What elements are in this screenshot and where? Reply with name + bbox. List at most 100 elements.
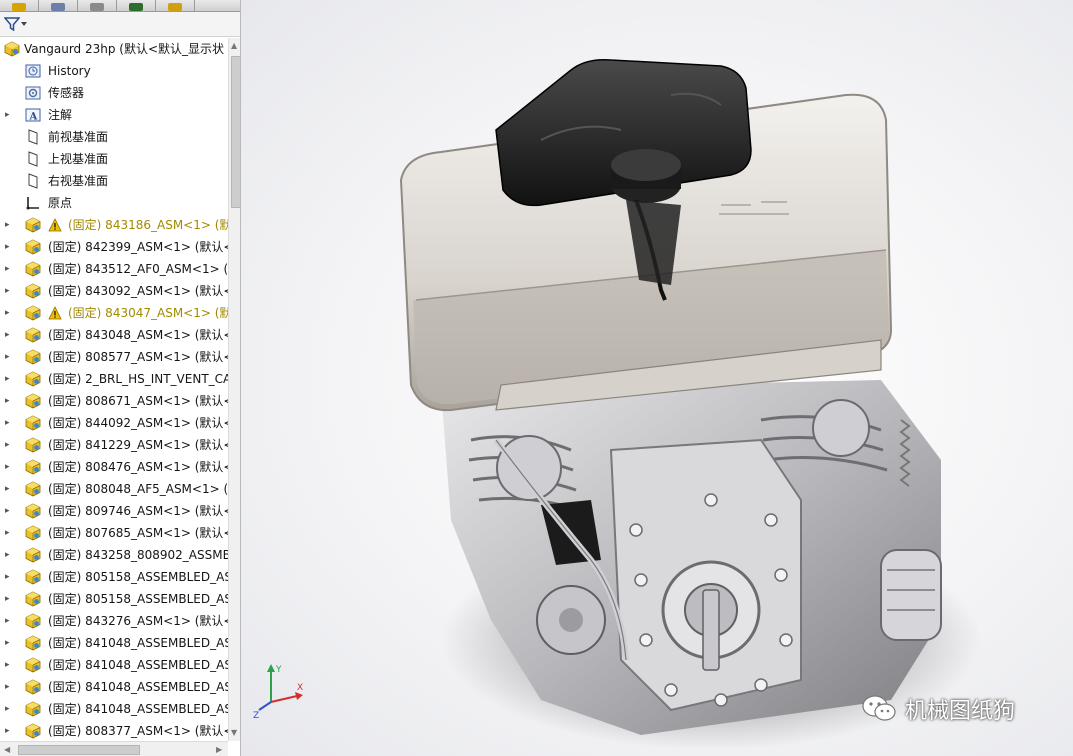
tree-item[interactable]: ▸ (固定) 841048_ASSEMBLED_ASM bbox=[0, 698, 228, 720]
expand-arrow-icon[interactable]: ▸ bbox=[5, 500, 13, 522]
chevron-down-icon bbox=[21, 22, 27, 26]
scroll-left-icon[interactable]: ◀ bbox=[4, 745, 10, 754]
filter-icon bbox=[4, 17, 20, 32]
tree-item[interactable]: 前视基准面 bbox=[0, 126, 228, 148]
tree-item[interactable]: ▸ (固定) 805158_ASSEMBLED_ASM bbox=[0, 566, 228, 588]
expand-arrow-icon[interactable]: ▸ bbox=[5, 456, 13, 478]
expand-arrow-icon[interactable]: ▸ bbox=[5, 214, 13, 236]
engine-model[interactable] bbox=[241, 0, 1073, 756]
air-cleaner-housing[interactable] bbox=[399, 58, 893, 412]
configuration-manager-tab[interactable] bbox=[78, 0, 117, 11]
tree-item[interactable]: ▸ (固定) 841048_ASSEMBLED_ASM bbox=[0, 632, 228, 654]
tree-item-label: (固定) 841048_ASSEMBLED_ASM bbox=[48, 702, 228, 716]
tree-item-label: (固定) 808476_ASM<1> (默认<默 bbox=[48, 460, 228, 474]
tree-item[interactable]: 传感器 bbox=[0, 82, 228, 104]
coordinate-triad[interactable]: Y X Z bbox=[251, 660, 311, 720]
expand-arrow-icon[interactable]: ▸ bbox=[5, 302, 13, 324]
filter-bar bbox=[0, 12, 240, 37]
display-manager-tab[interactable] bbox=[156, 0, 195, 11]
expand-arrow-icon[interactable]: ▸ bbox=[5, 566, 13, 588]
horizontal-scroll-thumb[interactable] bbox=[18, 745, 140, 755]
tree-item-label: 前视基准面 bbox=[48, 130, 109, 144]
expand-arrow-icon[interactable]: ▸ bbox=[5, 236, 13, 258]
tree-item-label: (固定) 843186_ASM<1> (默 bbox=[68, 218, 228, 232]
expand-arrow-icon[interactable]: ▸ bbox=[5, 698, 13, 720]
feature-tree: History 传感器 ▸ A 注解 前视基准面 上视基准面 右视基准面 原点 ▸ (固定) 843… bbox=[0, 60, 228, 742]
assembly-icon bbox=[25, 305, 41, 321]
tree-item[interactable]: ▸ (固定) 843186_ASM<1> (默 bbox=[0, 214, 228, 236]
assembly-icon bbox=[25, 503, 41, 519]
tree-item[interactable]: ▸ A 注解 bbox=[0, 104, 228, 126]
assembly-icon bbox=[25, 349, 41, 365]
expand-arrow-icon[interactable]: ▸ bbox=[5, 720, 13, 742]
expand-arrow-icon[interactable]: ▸ bbox=[5, 478, 13, 500]
tree-root[interactable]: Vangaurd 23hp (默认<默认_显示状 bbox=[0, 38, 228, 60]
warning-icon bbox=[48, 218, 62, 232]
tree-item[interactable]: ▸ (固定) 841229_ASM<1> (默认<默 bbox=[0, 434, 228, 456]
expand-arrow-icon[interactable]: ▸ bbox=[5, 258, 13, 280]
scroll-down-icon[interactable]: ▼ bbox=[231, 728, 237, 737]
tree-item[interactable]: ▸ (固定) 841048_ASSEMBLED_ASM bbox=[0, 654, 228, 676]
expand-arrow-icon[interactable]: ▸ bbox=[5, 368, 13, 390]
expand-arrow-icon[interactable]: ▸ bbox=[5, 610, 13, 632]
vertical-scrollbar[interactable]: ▲ ▼ bbox=[228, 38, 240, 741]
assembly-icon bbox=[25, 371, 41, 387]
tree-item[interactable]: ▸ (固定) 809746_ASM<1> (默认<默 bbox=[0, 500, 228, 522]
assembly-icon bbox=[25, 525, 41, 541]
expand-arrow-icon[interactable]: ▸ bbox=[5, 654, 13, 676]
tree-item[interactable]: ▸ (固定) 843047_ASM<1> (默 bbox=[0, 302, 228, 324]
history-icon bbox=[25, 64, 41, 78]
expand-arrow-icon[interactable]: ▸ bbox=[5, 346, 13, 368]
graphics-area[interactable]: Y X Z 机械图纸狗 bbox=[241, 0, 1073, 756]
tree-item[interactable]: ▸ (固定) 808671_ASM<1> (默认<默 bbox=[0, 390, 228, 412]
tree-item[interactable]: ▸ (固定) 843512_AF0_ASM<1> (默 bbox=[0, 258, 228, 280]
tree-item[interactable]: ▸ (固定) 808577_ASM<1> (默认<默 bbox=[0, 346, 228, 368]
expand-arrow-icon[interactable]: ▸ bbox=[5, 412, 13, 434]
expand-arrow-icon[interactable]: ▸ bbox=[5, 676, 13, 698]
tree-item[interactable]: ▸ (固定) 808048_AF5_ASM<1> (默 bbox=[0, 478, 228, 500]
tree-item[interactable]: ▸ (固定) 843092_ASM<1> (默认<默 bbox=[0, 280, 228, 302]
tree-item[interactable]: ▸ (固定) 805158_ASSEMBLED_ASM bbox=[0, 588, 228, 610]
feature-manager-panel: Vangaurd 23hp (默认<默认_显示状 History 传感器 ▸ A 注解前… bbox=[0, 0, 241, 756]
tree-item[interactable]: ▸ (固定) 844092_ASM<1> (默认<默 bbox=[0, 412, 228, 434]
expand-arrow-icon[interactable]: ▸ bbox=[5, 324, 13, 346]
scroll-up-icon[interactable]: ▲ bbox=[231, 41, 237, 50]
svg-text:A: A bbox=[29, 112, 38, 123]
dimxpert-tab[interactable] bbox=[117, 0, 156, 11]
tree-item[interactable]: ▸ (固定) 808377_ASM<1> (默认<默 bbox=[0, 720, 228, 742]
tree-item-label: (固定) 807685_ASM<1> (默认<默 bbox=[48, 526, 228, 540]
filter-button[interactable] bbox=[4, 14, 30, 34]
tree-item[interactable]: ▸ (固定) 807685_ASM<1> (默认<默 bbox=[0, 522, 228, 544]
tree-item[interactable]: ▸ (固定) 808476_ASM<1> (默认<默 bbox=[0, 456, 228, 478]
expand-arrow-icon[interactable]: ▸ bbox=[5, 434, 13, 456]
expand-arrow-icon[interactable]: ▸ bbox=[5, 522, 13, 544]
feature-manager-tab[interactable] bbox=[0, 0, 39, 11]
expand-arrow-icon[interactable]: ▸ bbox=[5, 632, 13, 654]
expand-arrow-icon[interactable]: ▸ bbox=[5, 104, 13, 126]
tree-item-label: (固定) 843276_ASM<1> (默认<默 bbox=[48, 614, 228, 628]
tree-item[interactable]: 右视基准面 bbox=[0, 170, 228, 192]
horizontal-scrollbar[interactable]: ◀ ▶ bbox=[0, 741, 228, 756]
tree-item[interactable]: ▸ (固定) 2_BRL_HS_INT_VENT_CAP bbox=[0, 368, 228, 390]
expand-arrow-icon[interactable]: ▸ bbox=[5, 588, 13, 610]
tree-item[interactable]: ▸ (固定) 841048_ASSEMBLED_ASM bbox=[0, 676, 228, 698]
tree-item[interactable]: ▸ (固定) 843276_ASM<1> (默认<默 bbox=[0, 610, 228, 632]
assembly-icon bbox=[25, 613, 41, 629]
vertical-scroll-thumb[interactable] bbox=[231, 56, 240, 208]
tree-item[interactable]: ▸ (固定) 843048_ASM<1> (默认<默 bbox=[0, 324, 228, 346]
tree-item[interactable]: ▸ (固定) 843258_808902_ASSMBL bbox=[0, 544, 228, 566]
warning-icon bbox=[48, 306, 62, 320]
tree-item-label: (固定) 843047_ASM<1> (默 bbox=[68, 306, 228, 320]
tree-item-label: (固定) 2_BRL_HS_INT_VENT_CAP bbox=[48, 372, 228, 386]
scroll-right-icon[interactable]: ▶ bbox=[216, 745, 222, 754]
expand-arrow-icon[interactable]: ▸ bbox=[5, 280, 13, 302]
property-manager-tab[interactable] bbox=[39, 0, 78, 11]
tree-item[interactable]: ▸ (固定) 842399_ASM<1> (默认<默 bbox=[0, 236, 228, 258]
tree-item-label: (固定) 841048_ASSEMBLED_ASM bbox=[48, 680, 228, 694]
tree-item[interactable]: 上视基准面 bbox=[0, 148, 228, 170]
tree-item[interactable]: History bbox=[0, 60, 228, 82]
expand-arrow-icon[interactable]: ▸ bbox=[5, 390, 13, 412]
tree-item-label: (固定) 842399_ASM<1> (默认<默 bbox=[48, 240, 228, 254]
expand-arrow-icon[interactable]: ▸ bbox=[5, 544, 13, 566]
tree-item[interactable]: 原点 bbox=[0, 192, 228, 214]
